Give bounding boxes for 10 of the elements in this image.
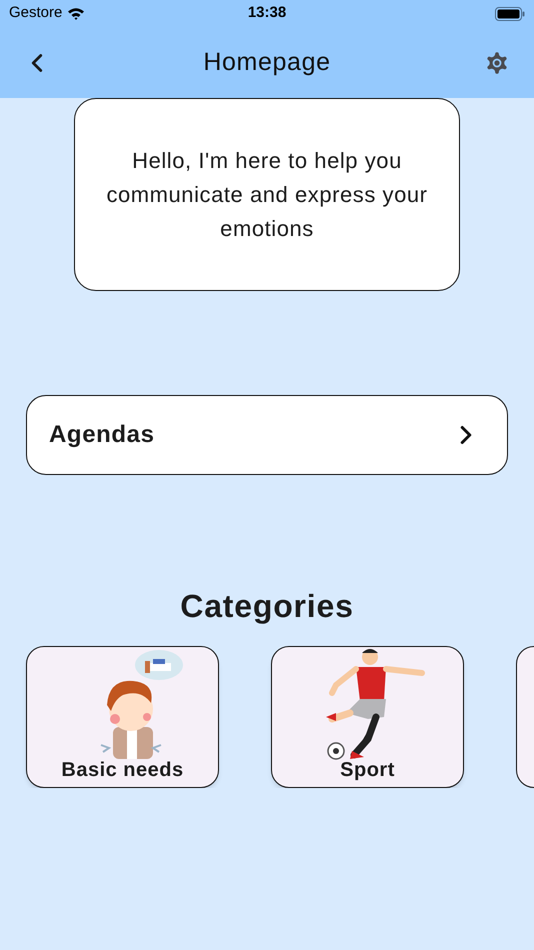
- welcome-message: Hello, I'm here to help you communicate and express your emotions: [105, 146, 429, 242]
- category-card[interactable]: Sport: [271, 646, 464, 788]
- categories-heading: Categories: [179, 587, 355, 626]
- agendas-button[interactable]: Agendas: [26, 395, 508, 475]
- page-title: Homepage: [203, 46, 331, 78]
- wifi-icon: [67, 7, 86, 20]
- category-card[interactable]: Basic needs: [26, 646, 219, 788]
- carrier-name: Gestore: [9, 3, 62, 24]
- status-time: 13:38: [248, 3, 286, 24]
- battery-icon: [495, 6, 525, 20]
